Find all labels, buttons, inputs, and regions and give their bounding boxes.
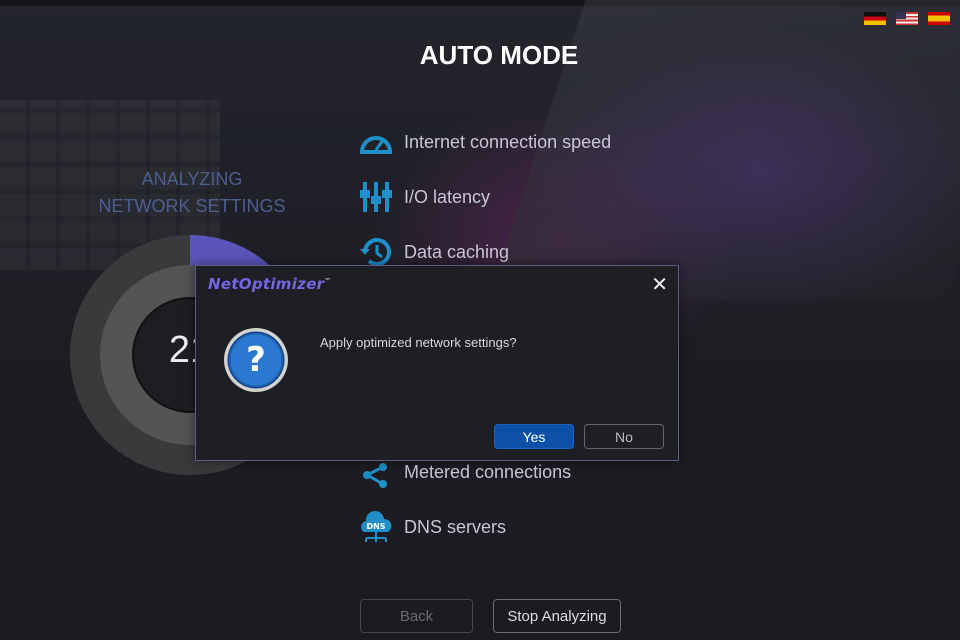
confirm-dialog: NetOptimizer™ ✕ ? Apply optimized networ… — [195, 265, 679, 461]
no-button[interactable]: No — [584, 424, 664, 449]
dns-cloud-icon: DNS — [358, 509, 394, 545]
flag-us-icon[interactable] — [896, 12, 918, 25]
check-item-label: I/O latency — [404, 186, 491, 207]
speedometer-icon — [358, 124, 394, 160]
back-button[interactable]: Back — [360, 599, 473, 633]
equalizer-icon — [358, 179, 394, 215]
check-item-dns-servers: DNS DNS servers — [358, 509, 506, 545]
check-item-io-latency: I/O latency — [358, 179, 490, 215]
question-icon: ? — [224, 328, 288, 392]
dialog-message: Apply optimized network settings? — [320, 335, 517, 350]
check-item-label: Metered connections — [404, 461, 572, 482]
status-line-1: ANALYZING — [141, 169, 243, 189]
check-item-label: DNS servers — [404, 516, 507, 537]
stop-analyzing-button[interactable]: Stop Analyzing — [493, 599, 621, 633]
status-heading: ANALYZING NETWORK SETTINGS — [72, 166, 312, 220]
language-selector — [864, 12, 950, 25]
flag-german-icon[interactable] — [864, 12, 886, 25]
flag-spanish-icon[interactable] — [928, 12, 950, 25]
yes-button[interactable]: Yes — [494, 424, 574, 449]
svg-text:DNS: DNS — [366, 522, 385, 531]
status-line-2: NETWORK SETTINGS — [98, 196, 286, 216]
netoptimizer-logo: NetOptimizer™ — [208, 275, 332, 293]
close-dialog-button[interactable]: ✕ — [651, 272, 668, 297]
check-item-label: Internet connection speed — [404, 131, 612, 152]
check-item-internet-speed: Internet connection speed — [358, 124, 611, 160]
check-item-label: Data caching — [404, 241, 510, 262]
page-title: AUTO MODE — [419, 40, 579, 70]
